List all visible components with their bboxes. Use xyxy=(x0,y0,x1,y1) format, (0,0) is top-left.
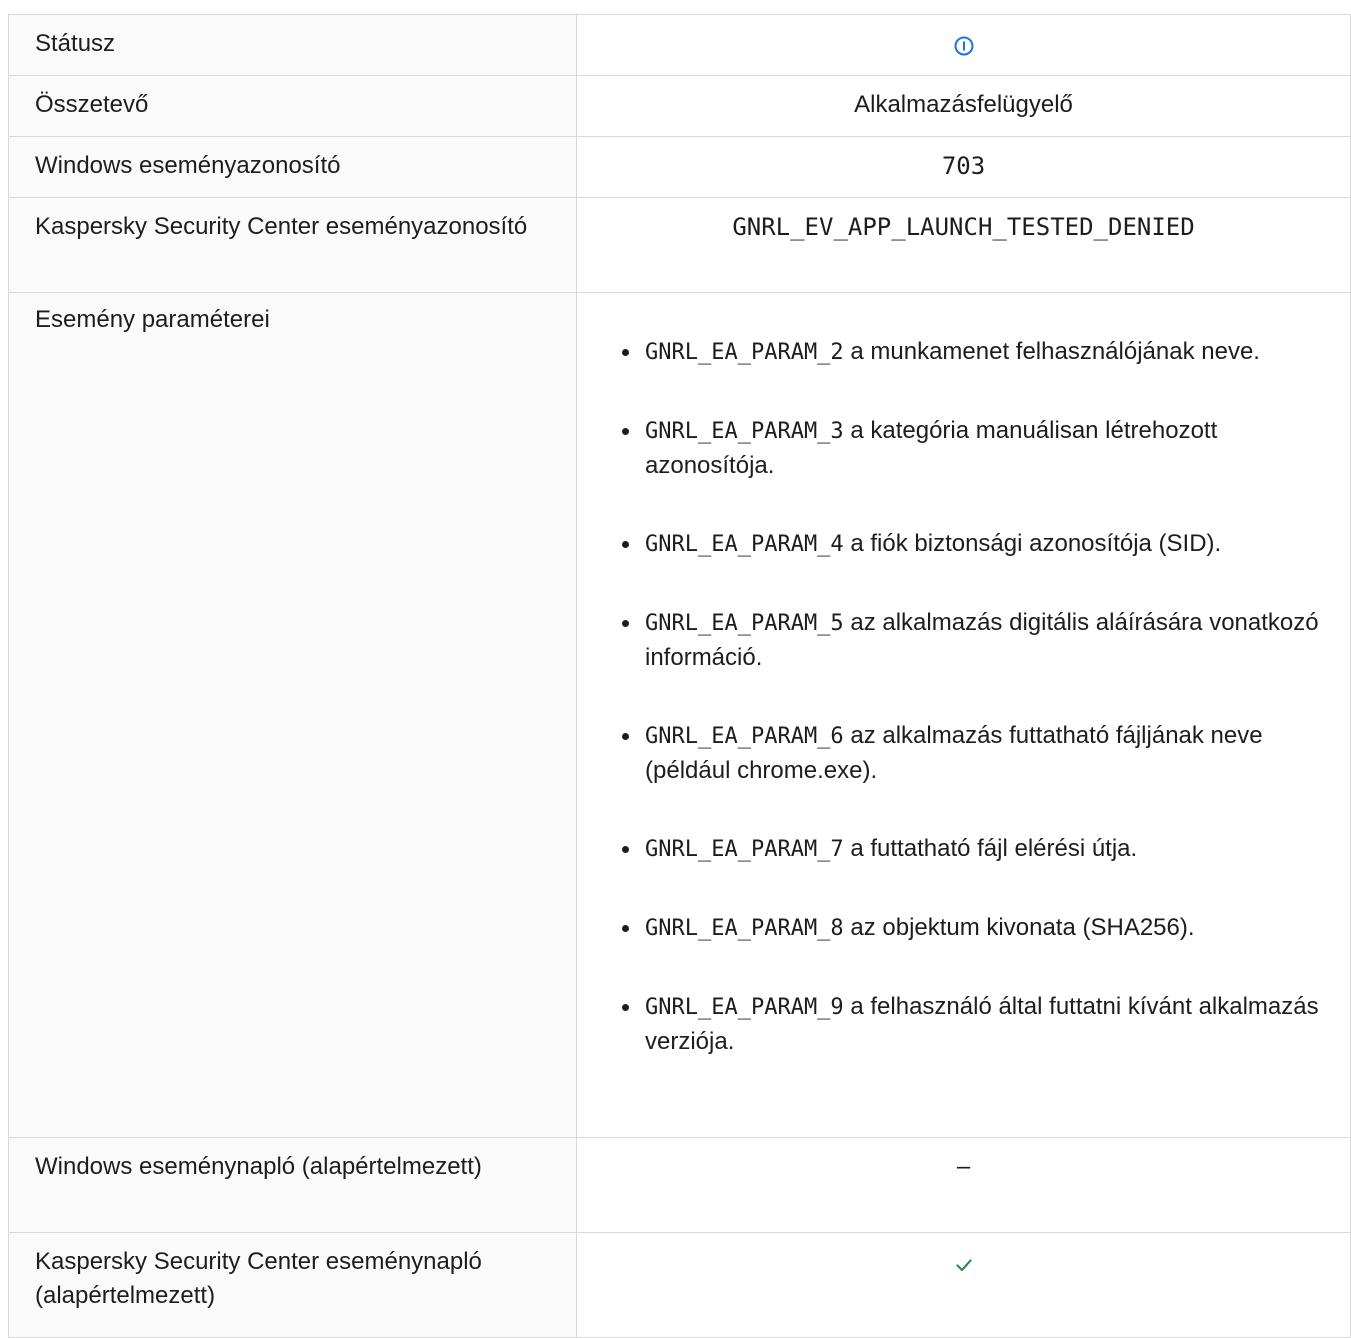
table-row-status: Státusz xyxy=(8,14,1351,76)
component-label: Összetevő xyxy=(8,75,577,137)
table-row-ksc-event-id: Kaspersky Security Center eseményazonosí… xyxy=(8,197,1351,293)
ksc-event-id-value: GNRL_EV_APP_LAUNCH_TESTED_DENIED xyxy=(576,197,1351,293)
list-item: GNRL_EA_PARAM_7 a futtatható fájl elérés… xyxy=(617,832,1320,867)
component-value: Alkalmazásfelügyelő xyxy=(576,75,1351,137)
list-item: GNRL_EA_PARAM_4 a fiók biztonsági azonos… xyxy=(617,527,1320,562)
checkmark-icon xyxy=(954,1251,974,1271)
status-value xyxy=(576,14,1351,76)
table-row-event-parameters: Esemény paraméterei GNRL_EA_PARAM_2 a mu… xyxy=(8,292,1351,1138)
table-row-ksc-event-log: Kaspersky Security Center eseménynapló (… xyxy=(8,1232,1351,1338)
list-item: GNRL_EA_PARAM_2 a munkamenet felhasználó… xyxy=(617,335,1320,370)
parameter-code: GNRL_EA_PARAM_7 xyxy=(645,837,844,862)
bullet-icon xyxy=(622,541,629,548)
list-item: GNRL_EA_PARAM_8 az objektum kivonata (SH… xyxy=(617,911,1320,946)
list-item: GNRL_EA_PARAM_9 a felhasználó által futt… xyxy=(617,990,1320,1059)
event-parameters-value: GNRL_EA_PARAM_2 a munkamenet felhasználó… xyxy=(576,292,1351,1138)
table-row-component: Összetevő Alkalmazásfelügyelő xyxy=(8,75,1351,137)
parameter-description: a fiók biztonsági azonosítója (SID). xyxy=(850,530,1222,557)
parameter-code: GNRL_EA_PARAM_3 xyxy=(645,419,844,444)
bullet-icon xyxy=(622,925,629,932)
event-details-table: Státusz Összetevő Alkalmazásfelügyelő Wi… xyxy=(8,14,1351,1338)
bullet-icon xyxy=(622,349,629,356)
parameter-code: GNRL_EA_PARAM_5 xyxy=(645,611,844,636)
windows-event-id-value: 703 xyxy=(576,136,1351,198)
table-row-windows-event-id: Windows eseményazonosító 703 xyxy=(8,136,1351,198)
parameter-code: GNRL_EA_PARAM_6 xyxy=(645,724,844,749)
parameter-code: GNRL_EA_PARAM_9 xyxy=(645,995,844,1020)
bullet-icon xyxy=(622,428,629,435)
page: Státusz Összetevő Alkalmazásfelügyelő Wi… xyxy=(0,0,1351,1338)
parameter-description: a futtatható fájl elérési útja. xyxy=(850,835,1138,862)
event-parameters-label: Esemény paraméterei xyxy=(8,292,577,1138)
bullet-icon xyxy=(622,1004,629,1011)
bullet-icon xyxy=(622,846,629,853)
windows-event-log-label: Windows eseménynapló (alapértelmezett) xyxy=(8,1137,577,1233)
parameter-code: GNRL_EA_PARAM_2 xyxy=(645,340,844,365)
windows-event-log-value: – xyxy=(576,1137,1351,1233)
table-row-windows-event-log: Windows eseménynapló (alapértelmezett) – xyxy=(8,1137,1351,1233)
parameter-description: a munkamenet felhasználójának neve. xyxy=(850,338,1260,365)
list-item: GNRL_EA_PARAM_5 az alkalmazás digitális … xyxy=(617,606,1320,675)
ksc-event-id-label: Kaspersky Security Center eseményazonosí… xyxy=(8,197,577,293)
bullet-icon xyxy=(622,733,629,740)
parameter-list: GNRL_EA_PARAM_2 a munkamenet felhasználó… xyxy=(617,293,1320,1059)
list-item: GNRL_EA_PARAM_3 a kategória manuálisan l… xyxy=(617,414,1320,483)
status-label: Státusz xyxy=(8,14,577,76)
parameter-description: az objektum kivonata (SHA256). xyxy=(850,914,1195,941)
list-item: GNRL_EA_PARAM_6 az alkalmazás futtatható… xyxy=(617,719,1320,788)
info-circle-icon xyxy=(953,33,975,56)
ksc-event-log-label: Kaspersky Security Center eseménynapló (… xyxy=(8,1232,577,1338)
parameter-code: GNRL_EA_PARAM_8 xyxy=(645,916,844,941)
ksc-event-log-value xyxy=(576,1232,1351,1338)
parameter-code: GNRL_EA_PARAM_4 xyxy=(645,532,844,557)
windows-event-id-label: Windows eseményazonosító xyxy=(8,136,577,198)
bullet-icon xyxy=(622,620,629,627)
